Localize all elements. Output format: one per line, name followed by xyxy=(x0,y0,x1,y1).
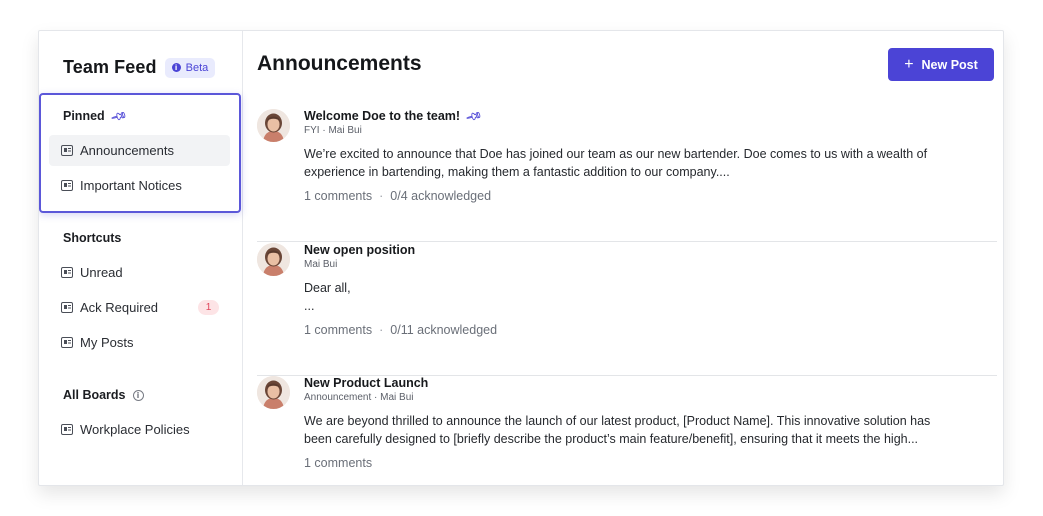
acknowledged-status[interactable]: 0/11 acknowledged xyxy=(390,323,497,337)
pinned-label: Pinned xyxy=(63,109,105,123)
sidebar-item-my-posts[interactable]: My Posts xyxy=(49,327,230,358)
app-title: Team Feed xyxy=(63,57,157,77)
sidebar-item-workplace-policies[interactable]: Workplace Policies xyxy=(49,414,230,445)
post-body: We’re excited to announce that Doe has j… xyxy=(304,145,994,181)
comments-link[interactable]: 1 comments xyxy=(304,456,372,470)
sidebar-item-label: Announcements xyxy=(80,143,174,158)
new-post-button[interactable]: + New Post xyxy=(888,48,994,81)
team-feed-window: Team Feed i Beta Pinned 📌︎ Announcements… xyxy=(38,30,1004,486)
sidebar-item-label: Workplace Policies xyxy=(80,422,190,437)
sidebar-item-announcements[interactable]: Announcements xyxy=(49,135,230,166)
post-card[interactable]: Welcome Doe to the team! 📌︎ FYI · Mai Bu… xyxy=(257,107,997,242)
post-body-line: We are beyond thrilled to announce the l… xyxy=(304,414,931,428)
board-icon xyxy=(61,267,73,278)
avatar xyxy=(257,243,290,276)
info-icon[interactable]: i xyxy=(132,389,144,401)
post-body: We are beyond thrilled to announce the l… xyxy=(304,412,994,448)
beta-label: Beta xyxy=(185,61,209,74)
all-boards-heading: All Boards i xyxy=(63,388,144,402)
post-meta: Mai Bui xyxy=(304,259,338,270)
post-body-line: ... xyxy=(304,299,315,313)
pin-icon: 📌︎ xyxy=(109,107,128,126)
post-body-line: been carefully designed to [briefly desc… xyxy=(304,432,919,446)
post-meta: FYI · Mai Bui xyxy=(304,125,362,136)
sidebar-item-label: Ack Required xyxy=(80,300,159,315)
post-body: Dear all, ... xyxy=(304,279,994,315)
board-icon xyxy=(61,145,73,156)
post-card[interactable]: New open position Mai Bui Dear all, ... … xyxy=(257,243,997,376)
post-footer: 1 comments · 0/11 acknowledged xyxy=(304,323,497,337)
page-title: Announcements xyxy=(257,52,422,75)
sidebar: Team Feed i Beta Pinned 📌︎ Announcements… xyxy=(39,31,243,485)
brand: Team Feed i Beta xyxy=(63,57,216,78)
post-title[interactable]: Welcome Doe to the team! 📌︎ xyxy=(304,107,483,126)
board-icon xyxy=(61,337,73,348)
post-card[interactable]: New Product Launch Announcement · Mai Bu… xyxy=(257,376,997,485)
acknowledged-status[interactable]: 0/4 acknowledged xyxy=(390,189,491,203)
avatar xyxy=(257,109,290,142)
shortcuts-heading: Shortcuts xyxy=(63,231,122,245)
pinned-heading: Pinned 📌︎ xyxy=(63,107,128,126)
post-title[interactable]: New Product Launch xyxy=(304,376,428,390)
avatar xyxy=(257,376,290,409)
sidebar-item-important-notices[interactable]: Important Notices xyxy=(49,170,230,201)
comments-link[interactable]: 1 comments xyxy=(304,189,372,203)
sidebar-item-ack-required[interactable]: Ack Required 1 xyxy=(49,292,230,323)
all-boards-label: All Boards xyxy=(63,388,126,402)
post-title-text: New Product Launch xyxy=(304,376,429,390)
pin-icon: 📌︎ xyxy=(464,107,483,126)
main-content: Announcements + New Post Welcome Doe to … xyxy=(243,31,1003,485)
post-title-text: New open position xyxy=(304,243,416,257)
post-title-text: Welcome Doe to the team! xyxy=(304,109,461,123)
count-badge: 1 xyxy=(198,300,219,315)
sidebar-item-label: Unread xyxy=(80,265,123,280)
sidebar-item-label: Important Notices xyxy=(80,178,182,193)
sidebar-item-unread[interactable]: Unread xyxy=(49,257,230,288)
separator-dot: · xyxy=(379,189,384,203)
new-post-label: New Post xyxy=(921,57,978,72)
beta-badge: i Beta xyxy=(164,57,216,78)
info-icon: i xyxy=(171,63,181,72)
post-footer: 1 comments · 0/4 acknowledged xyxy=(304,189,491,203)
board-icon xyxy=(61,302,73,313)
board-icon xyxy=(61,180,73,191)
separator-dot: · xyxy=(379,323,384,337)
post-footer: 1 comments xyxy=(304,456,372,470)
post-meta: Announcement · Mai Bui xyxy=(304,392,414,403)
post-body-line: We’re excited to announce that Doe has j… xyxy=(304,147,928,161)
post-body-line: Dear all, xyxy=(304,281,351,295)
plus-icon: + xyxy=(904,55,914,73)
comments-link[interactable]: 1 comments xyxy=(304,323,372,337)
board-icon xyxy=(61,424,73,435)
post-body-line: experience in bartending, making them a … xyxy=(304,165,730,179)
sidebar-item-label: My Posts xyxy=(80,335,134,350)
post-title[interactable]: New open position xyxy=(304,243,415,257)
